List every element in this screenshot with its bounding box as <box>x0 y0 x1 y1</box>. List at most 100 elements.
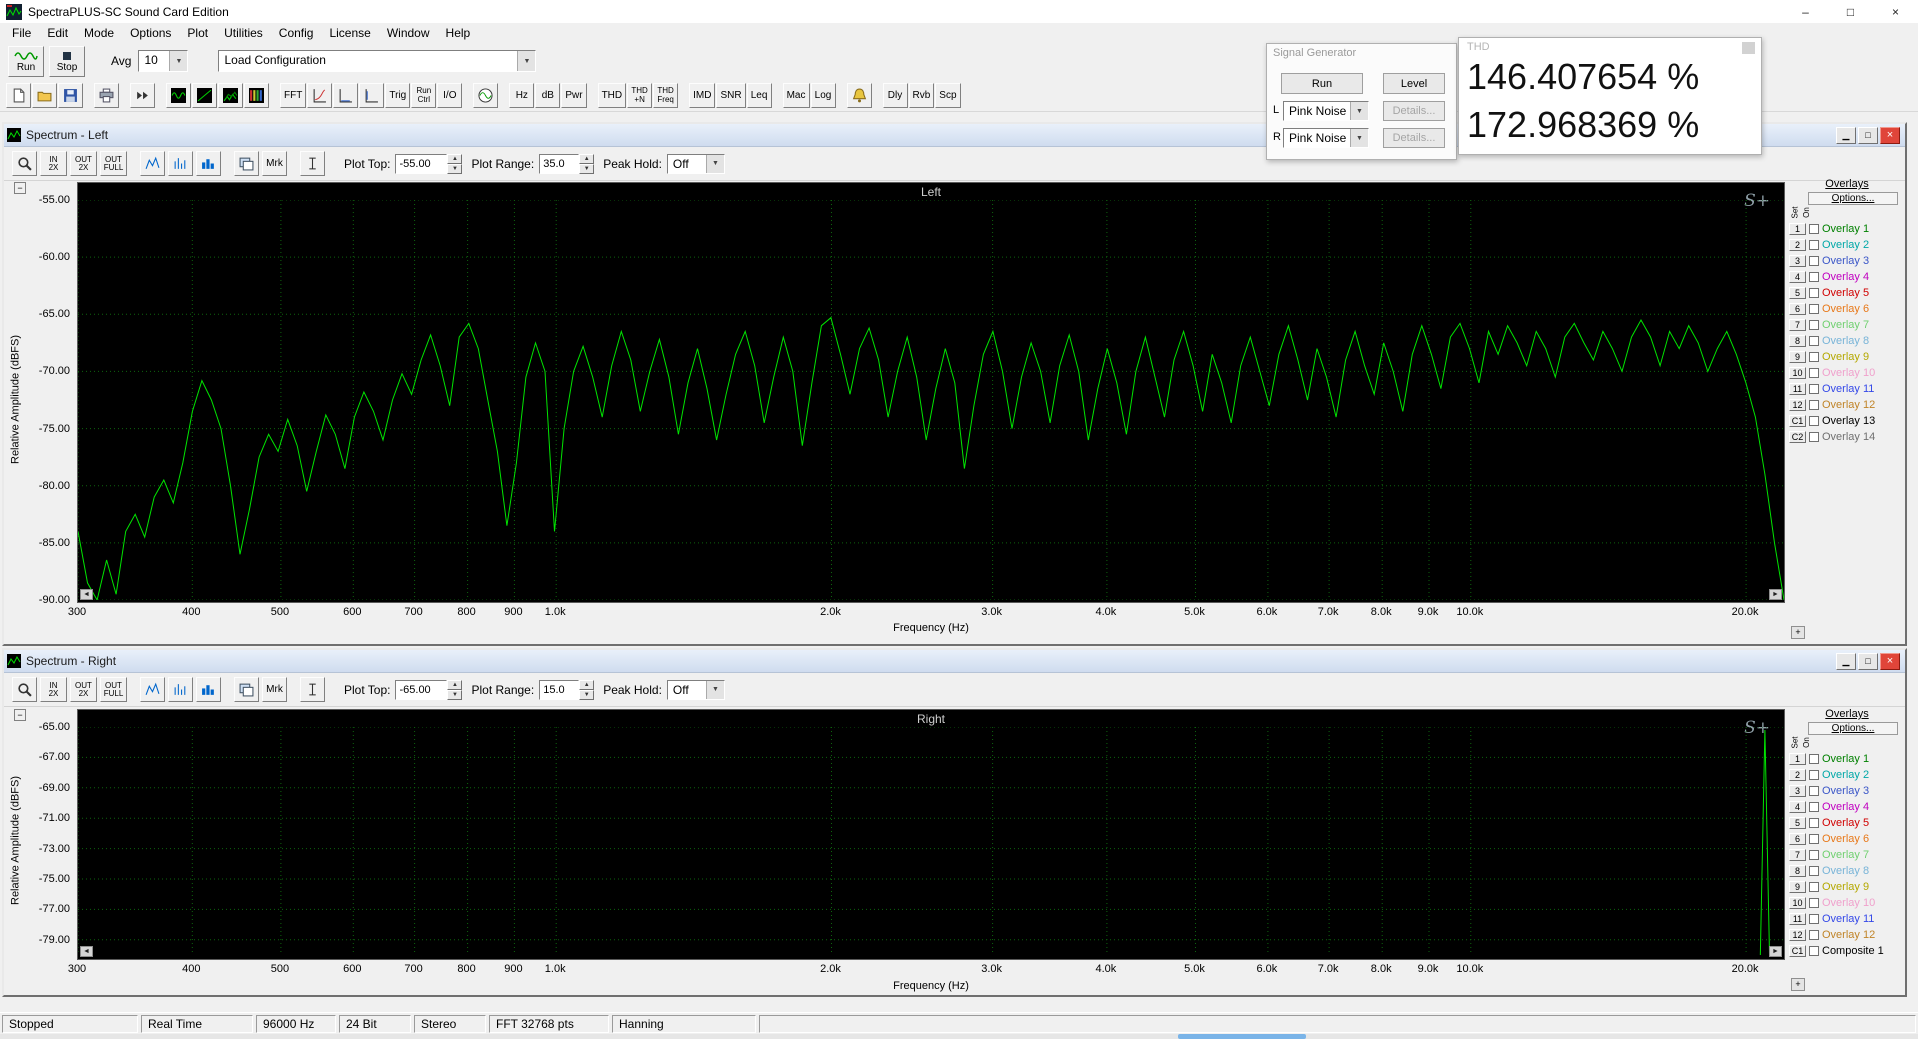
bar-plot-button[interactable] <box>168 677 193 702</box>
overlay-set-button[interactable]: 6 <box>1789 303 1806 315</box>
overlay-on-checkbox[interactable] <box>1809 930 1819 940</box>
menu-window[interactable]: Window <box>379 24 438 42</box>
zoom-out-2x-button[interactable]: OUT 2X <box>70 151 97 176</box>
print-icon[interactable] <box>94 82 119 108</box>
overlay-set-button[interactable]: 3 <box>1789 255 1806 267</box>
mac-button[interactable]: Mac <box>782 82 810 108</box>
db-button[interactable]: dB <box>535 82 561 108</box>
overlay-set-button[interactable]: 4 <box>1789 801 1806 813</box>
palette-button[interactable] <box>234 151 259 176</box>
log-button[interactable]: Log <box>810 82 836 108</box>
scroll-left-button[interactable]: ◄ <box>80 589 93 600</box>
close-button[interactable]: × <box>1873 0 1918 23</box>
overlay-on-checkbox[interactable] <box>1809 914 1819 924</box>
spectrogram-view-icon[interactable] <box>244 82 269 108</box>
bell-icon[interactable] <box>846 82 872 108</box>
pwr-button[interactable]: Pwr <box>561 82 587 108</box>
overlay-on-checkbox[interactable] <box>1809 866 1819 876</box>
generator-level-button[interactable]: Level <box>1383 73 1445 94</box>
overlay-on-checkbox[interactable] <box>1809 256 1819 266</box>
overlay-set-button[interactable]: 10 <box>1789 897 1806 909</box>
new-document-icon[interactable] <box>6 82 31 108</box>
zoom-in-2x-button[interactable]: IN 2X <box>40 151 67 176</box>
overlay-set-button[interactable]: 1 <box>1789 223 1806 235</box>
histogram-plot-button[interactable] <box>196 151 221 176</box>
overlay-on-checkbox[interactable] <box>1809 240 1819 250</box>
overlay-on-checkbox[interactable] <box>1809 288 1819 298</box>
fast-forward-icon[interactable] <box>130 82 155 108</box>
menu-license[interactable]: License <box>321 24 378 42</box>
spin-down-button[interactable]: ▼ <box>579 689 595 700</box>
overlay-set-button[interactable]: 7 <box>1789 849 1806 861</box>
cursor-button[interactable] <box>300 677 325 702</box>
right-details-button[interactable]: Details... <box>1383 128 1445 148</box>
overlay-set-button[interactable]: 8 <box>1789 865 1806 877</box>
overlay-on-checkbox[interactable] <box>1809 368 1819 378</box>
fft-settings-button[interactable]: FFT <box>280 82 307 108</box>
cursor-button[interactable] <box>300 151 325 176</box>
menu-options[interactable]: Options <box>122 24 179 42</box>
menu-plot[interactable]: Plot <box>179 24 216 42</box>
overlay-set-button[interactable]: 5 <box>1789 287 1806 299</box>
spectrum-plot-area[interactable]: Left S+ ◄ ► <box>77 182 1785 603</box>
overlay-on-checkbox[interactable] <box>1809 336 1819 346</box>
configuration-dropdown[interactable]: Load Configuration ▼ <box>218 50 537 72</box>
overlay-on-checkbox[interactable] <box>1809 432 1819 442</box>
menu-file[interactable]: File <box>4 24 39 42</box>
dly-button[interactable]: Dly <box>882 82 908 108</box>
hz-button[interactable]: Hz <box>509 82 535 108</box>
peak-hold-dropdown[interactable]: Off ▼ <box>666 153 725 174</box>
right-source-dropdown[interactable]: Pink Noise ▼ <box>1283 128 1369 148</box>
run-button[interactable]: Run <box>8 45 44 77</box>
overlay-on-checkbox[interactable] <box>1809 802 1819 812</box>
overlay-on-checkbox[interactable] <box>1809 320 1819 330</box>
restore-button[interactable]: □ <box>1858 652 1878 670</box>
overlay-on-checkbox[interactable] <box>1809 272 1819 282</box>
plot-range-input[interactable] <box>539 679 580 700</box>
scroll-right-button[interactable]: ► <box>1769 589 1782 600</box>
close-button[interactable]: × <box>1880 126 1900 144</box>
menu-edit[interactable]: Edit <box>39 24 76 42</box>
phase-view-icon[interactable] <box>192 82 217 108</box>
overlay-set-button[interactable]: 1 <box>1789 753 1806 765</box>
rvb-button[interactable]: Rvb <box>908 82 935 108</box>
zoom-button[interactable] <box>12 677 37 702</box>
snr-button[interactable]: SNR <box>716 82 746 108</box>
spin-up-button[interactable]: ▲ <box>579 679 595 690</box>
spectrum-right-titlebar[interactable]: Spectrum - Right ▁ □ × <box>4 650 1905 673</box>
zoom-out-2x-button[interactable]: OUT 2X <box>70 677 97 702</box>
overlay-on-checkbox[interactable] <box>1809 400 1819 410</box>
scroll-left-button[interactable]: ◄ <box>80 946 93 957</box>
zoom-out-full-button[interactable]: OUT FULL <box>100 677 127 702</box>
overlay-set-button[interactable]: 5 <box>1789 817 1806 829</box>
line-plot-button[interactable] <box>140 151 165 176</box>
histogram-plot-button[interactable] <box>196 677 221 702</box>
minimize-button[interactable]: – <box>1783 0 1828 23</box>
leq-button[interactable]: Leq <box>746 82 772 108</box>
minimize-button[interactable]: ▁ <box>1836 126 1856 144</box>
y-axis-icon[interactable] <box>359 82 385 108</box>
x-axis-icon[interactable] <box>333 82 359 108</box>
scp-button[interactable]: Scp <box>935 82 961 108</box>
palette-button[interactable] <box>234 677 259 702</box>
window-resize-button[interactable]: + <box>1791 978 1805 991</box>
overlay-set-button[interactable]: 9 <box>1789 881 1806 893</box>
overlay-set-button[interactable]: 11 <box>1789 913 1806 925</box>
generator-run-button[interactable]: Run <box>1281 73 1363 94</box>
overlay-set-button[interactable]: C1 <box>1789 945 1806 957</box>
menu-help[interactable]: Help <box>438 24 479 42</box>
scaling-icon[interactable] <box>307 82 333 108</box>
imd-button[interactable]: IMD <box>689 82 716 108</box>
overlays-options-button[interactable]: Options... <box>1808 722 1898 735</box>
zoom-out-full-button[interactable]: OUT FULL <box>100 151 127 176</box>
overlay-set-button[interactable]: 2 <box>1789 769 1806 781</box>
overlay-on-checkbox[interactable] <box>1809 416 1819 426</box>
spin-down-button[interactable]: ▼ <box>447 689 463 700</box>
overlay-on-checkbox[interactable] <box>1809 834 1819 844</box>
overlay-on-checkbox[interactable] <box>1809 352 1819 362</box>
overlay-set-button[interactable]: 7 <box>1789 319 1806 331</box>
run-control-button[interactable]: Run Ctrl <box>411 82 437 108</box>
overlay-set-button[interactable]: 11 <box>1789 383 1806 395</box>
overlay-on-checkbox[interactable] <box>1809 850 1819 860</box>
peak-hold-dropdown[interactable]: Off ▼ <box>666 679 725 700</box>
